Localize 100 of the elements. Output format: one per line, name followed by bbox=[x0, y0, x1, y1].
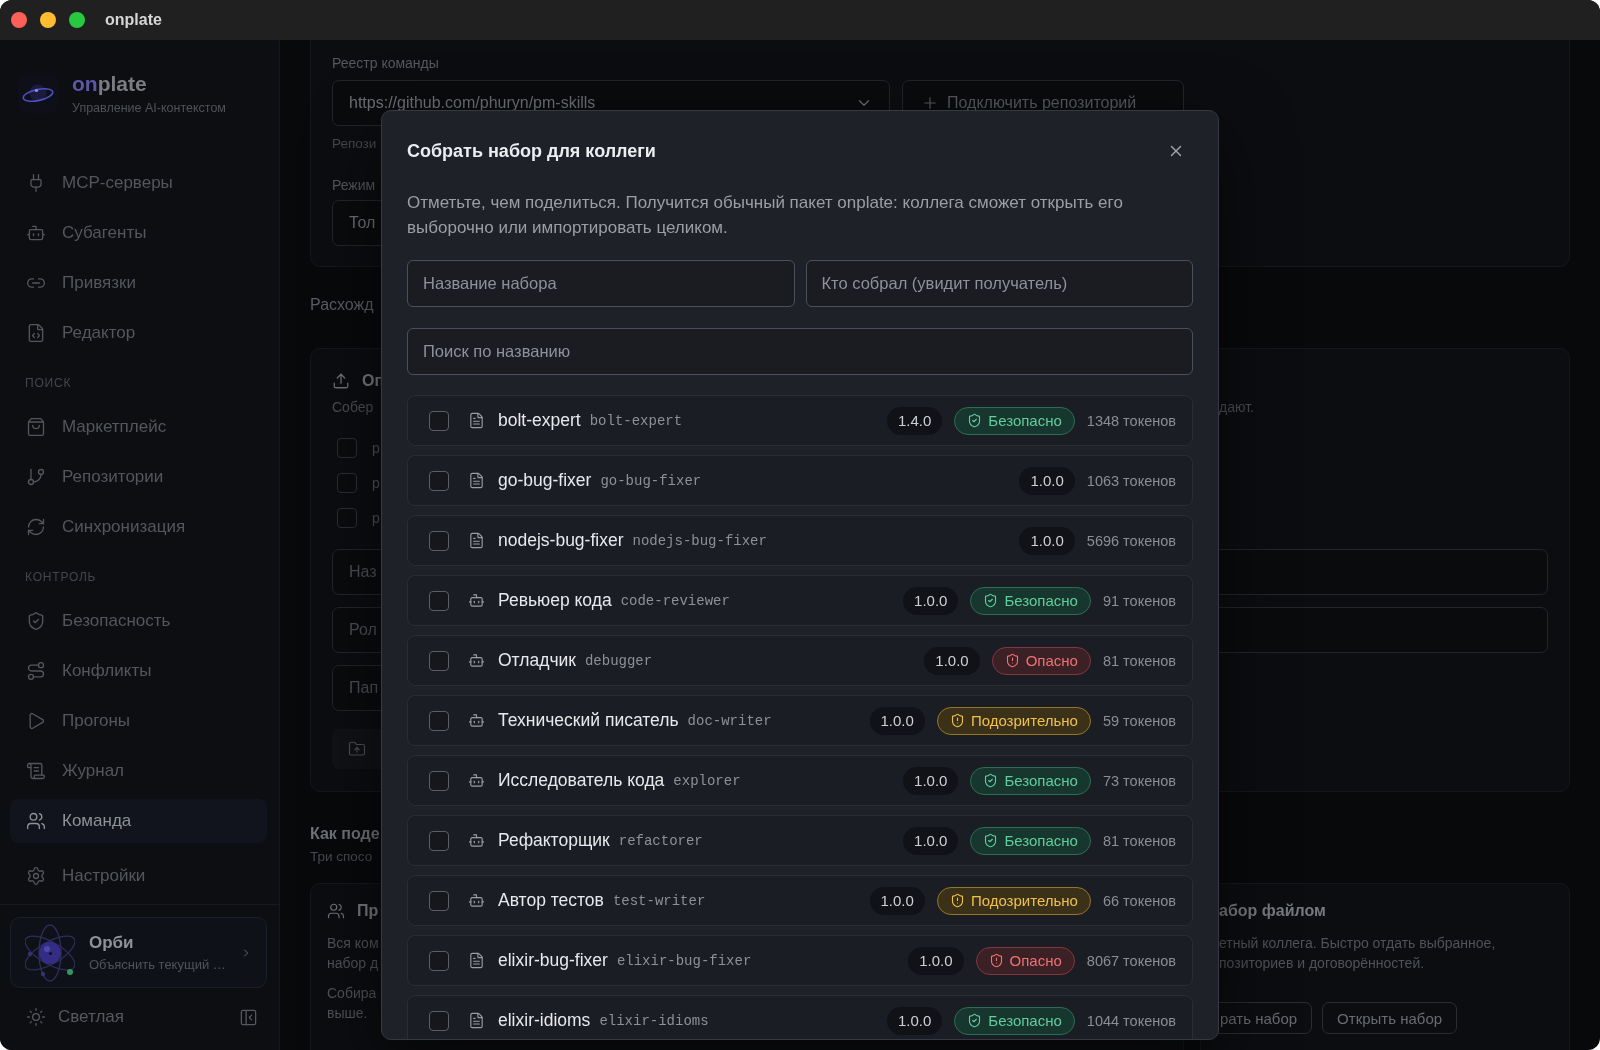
nav-item[interactable]: Прогоны bbox=[10, 699, 267, 743]
checkbox[interactable] bbox=[429, 890, 449, 911]
item-row[interactable]: Рефакторщик refactorer 1.0.0 Безопасно 81 токенов bbox=[407, 815, 1193, 866]
card-text: Вся ком набор д bbox=[327, 934, 379, 973]
item-row[interactable]: Автор тестов test-writer 1.0.0 Подозрительно 66 токенов bbox=[407, 875, 1193, 926]
nav-item[interactable]: Безопасность bbox=[10, 599, 267, 643]
assistant-card[interactable]: Орби Объяснить текущий … bbox=[10, 917, 267, 988]
route-icon bbox=[26, 661, 46, 681]
shield-check-icon bbox=[983, 833, 999, 848]
maximize-window-icon[interactable] bbox=[69, 12, 85, 28]
item-row[interactable]: Технический писатель doc-writer 1.0.0 Подозрительно 59 токенов bbox=[407, 695, 1193, 746]
section-heading: Как поде bbox=[310, 824, 380, 844]
checkbox[interactable] bbox=[429, 530, 449, 551]
item-slug: refactorer bbox=[618, 832, 703, 849]
item-row[interactable]: elixir-bug-fixer elixir-bug-fixer 1.0.0 Опасно 8067 токенов bbox=[407, 935, 1193, 986]
safety-label: Безопасно bbox=[1004, 592, 1078, 609]
version-pill: 1.4.0 bbox=[886, 406, 943, 435]
checkbox[interactable] bbox=[429, 1010, 449, 1031]
safety-label: Опасно bbox=[1025, 652, 1078, 669]
robot-icon bbox=[468, 892, 485, 909]
item-row[interactable]: go-bug-fixer go-bug-fixer 1.0.0 1063 токенов bbox=[407, 455, 1193, 506]
card-title: абор файлом bbox=[1219, 902, 1326, 920]
checkbox[interactable] bbox=[429, 590, 449, 611]
checkbox[interactable] bbox=[337, 438, 357, 458]
item-name: Рефакторщик bbox=[498, 830, 610, 851]
checkbox[interactable] bbox=[429, 650, 449, 671]
nav-item[interactable]: Привязки bbox=[10, 261, 267, 305]
checkbox[interactable] bbox=[337, 473, 357, 493]
safety-label: Безопасно bbox=[988, 412, 1062, 429]
document-icon bbox=[468, 532, 485, 549]
shield-check-icon bbox=[967, 1013, 983, 1028]
app-name: onplate bbox=[72, 72, 147, 96]
robot-icon bbox=[468, 832, 485, 849]
item-name: Исследователь кода bbox=[498, 770, 665, 791]
document-icon bbox=[468, 1012, 485, 1029]
nav-item[interactable]: Редактор bbox=[10, 311, 267, 355]
item-row[interactable]: elixir-idioms elixir-idioms 1.0.0 Безопасно 1044 токенов bbox=[407, 995, 1193, 1039]
shield-alert-icon bbox=[1004, 653, 1020, 668]
nav-item[interactable]: Репозитории bbox=[10, 455, 267, 499]
item-name: nodejs-bug-fixer bbox=[498, 530, 624, 551]
checkbox[interactable] bbox=[429, 770, 449, 791]
shield-alert-icon bbox=[949, 713, 965, 728]
dialog-title: Собрать набор для коллеги bbox=[407, 140, 656, 162]
sidebar-toggle-icon[interactable] bbox=[239, 1007, 258, 1027]
item-row[interactable]: bolt-expert bolt-expert 1.4.0 Безопасно 1348 токенов bbox=[407, 395, 1193, 446]
nav-item[interactable]: Настройки bbox=[10, 854, 267, 898]
nav-item[interactable]: Маркетплейс bbox=[10, 405, 267, 449]
sync-icon bbox=[26, 517, 46, 537]
nav-item[interactable]: Журнал bbox=[10, 749, 267, 793]
nav-item[interactable]: Команда bbox=[10, 799, 267, 843]
nav-item[interactable]: Субагенты bbox=[10, 211, 267, 255]
checkbox[interactable] bbox=[429, 950, 449, 971]
token-count: 81 токенов bbox=[1102, 832, 1176, 849]
checkbox[interactable] bbox=[337, 508, 357, 528]
version-pill: 1.0.0 bbox=[903, 586, 959, 615]
checkbox[interactable] bbox=[429, 830, 449, 851]
nav-item[interactable]: MCP-серверы bbox=[10, 161, 267, 205]
token-count: 66 токенов bbox=[1102, 892, 1176, 909]
checkbox[interactable] bbox=[429, 470, 449, 491]
minimize-window-icon[interactable] bbox=[40, 12, 56, 28]
item-row[interactable]: Ревьюер кода code-reviewer 1.0.0 Безопасно 91 токенов bbox=[407, 575, 1193, 626]
item-name: Автор тестов bbox=[498, 890, 604, 911]
item-row[interactable]: nodejs-bug-fixer nodejs-bug-fixer 1.0.0 5696 токенов bbox=[407, 515, 1193, 566]
document-icon bbox=[468, 412, 485, 429]
version-pill: 1.0.0 bbox=[903, 826, 959, 855]
robot-icon bbox=[468, 652, 485, 669]
token-count: 8067 токенов bbox=[1086, 952, 1176, 969]
safety-label: Подозрительно bbox=[970, 712, 1078, 729]
nav-item[interactable]: Синхронизация bbox=[10, 505, 267, 549]
checkbox[interactable] bbox=[429, 710, 449, 731]
token-count: 1348 токенов bbox=[1086, 412, 1176, 429]
item-slug: elixir-bug-fixer bbox=[616, 952, 752, 969]
folder-upload-icon bbox=[348, 740, 366, 758]
item-slug: explorer bbox=[673, 772, 741, 789]
item-name: Ревьюер кода bbox=[498, 590, 612, 611]
item-row[interactable]: Исследователь кода explorer 1.0.0 Безопасно 73 токенов bbox=[407, 755, 1193, 806]
app-tagline: Управление AI-контекстом bbox=[72, 100, 226, 116]
input-field[interactable]: Название набора bbox=[407, 260, 795, 307]
safety-label: Безопасно bbox=[1004, 832, 1078, 849]
nav-item[interactable]: Конфликты bbox=[10, 649, 267, 693]
input-field[interactable]: Кто собрал (увидит получатель) bbox=[805, 260, 1193, 307]
close-window-icon[interactable] bbox=[11, 12, 27, 28]
version-pill: 1.0.0 bbox=[903, 766, 959, 795]
checkbox[interactable] bbox=[429, 410, 449, 431]
bag-icon bbox=[26, 417, 46, 437]
item-row[interactable]: Отладчик debugger 1.0.0 Опасно 81 токенов bbox=[407, 635, 1193, 686]
token-count: 91 токенов bbox=[1102, 592, 1176, 609]
token-count: 81 токенов bbox=[1102, 652, 1176, 669]
item-slug: doc-writer bbox=[687, 712, 772, 729]
theme-toggle[interactable]: Светлая bbox=[26, 1007, 124, 1027]
version-pill: 1.0.0 bbox=[869, 706, 925, 735]
version-pill: 1.0.0 bbox=[908, 946, 964, 975]
item-slug: code-reviewer bbox=[620, 592, 730, 609]
settings-icon bbox=[26, 866, 46, 886]
share-button[interactable]: Открыть набор bbox=[1322, 1002, 1458, 1034]
search-field[interactable]: Поиск по названию bbox=[407, 328, 1193, 375]
safety-label: Подозрительно bbox=[970, 892, 1078, 909]
token-count: 1063 токенов bbox=[1086, 472, 1176, 489]
shield-check-icon bbox=[26, 611, 46, 631]
item-slug: nodejs-bug-fixer bbox=[632, 532, 767, 549]
